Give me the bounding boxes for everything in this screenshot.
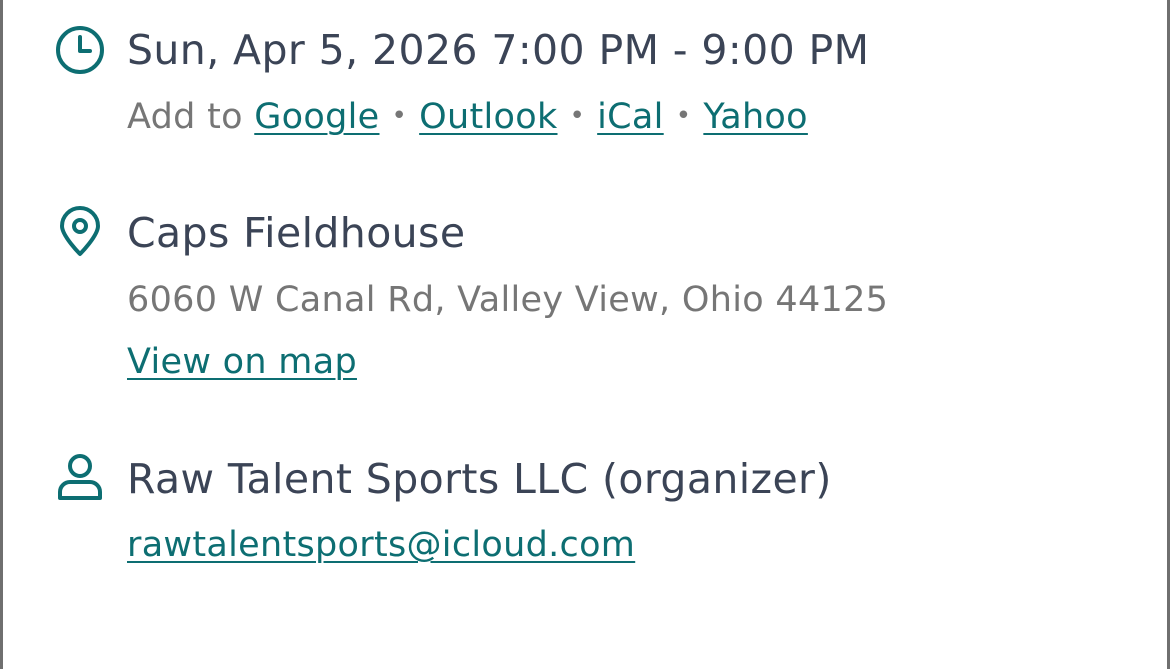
google-calendar-link[interactable]: Google (254, 97, 379, 137)
view-on-map-link[interactable]: View on map (127, 342, 357, 382)
separator-dot: • (391, 101, 408, 131)
map-pin-icon (54, 206, 106, 258)
add-to-calendar: Add to Google • Outlook • iCal • Yahoo (127, 100, 808, 135)
clock-icon (54, 24, 106, 76)
ical-calendar-link[interactable]: iCal (597, 97, 664, 137)
venue-name: Caps Fieldhouse (127, 209, 466, 257)
organizer-email-link[interactable]: rawtalentsports@icloud.com (127, 525, 635, 565)
outlook-calendar-link[interactable]: Outlook (419, 97, 557, 137)
view-on-map-row: View on map (127, 345, 357, 380)
organizer-email-row: rawtalentsports@icloud.com (127, 528, 635, 563)
separator-dot: • (675, 101, 692, 131)
event-datetime: Sun, Apr 5, 2026 7:00 PM - 9:00 PM (127, 26, 870, 74)
organizer-name: Raw Talent Sports LLC (organizer) (127, 455, 832, 503)
separator-dot: • (569, 101, 586, 131)
yahoo-calendar-link[interactable]: Yahoo (703, 97, 808, 137)
person-icon (54, 452, 106, 504)
venue-address: 6060 W Canal Rd, Valley View, Ohio 44125 (127, 280, 889, 320)
add-to-label: Add to (127, 97, 243, 137)
